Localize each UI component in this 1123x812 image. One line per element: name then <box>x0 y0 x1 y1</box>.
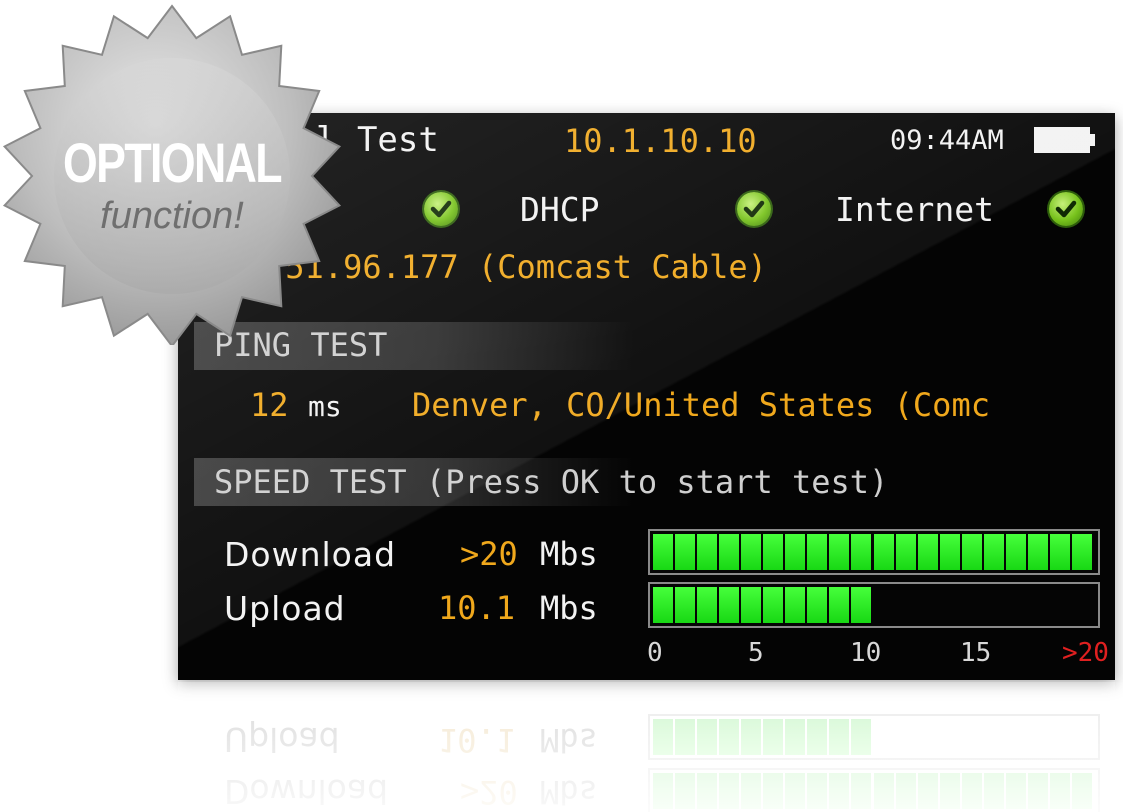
reflection-download-value: >20 <box>460 773 518 811</box>
battery-full-icon <box>1034 127 1090 153</box>
download-meter <box>648 529 1100 575</box>
reflection-upload-meter <box>648 714 1100 760</box>
reflection-upload-meter-segment <box>719 719 740 755</box>
scale-tick-0: 0 <box>647 638 663 668</box>
badge-title: OPTIONAL <box>63 131 282 194</box>
reflection-download-meter-segment <box>1071 773 1092 809</box>
download-meter-segment <box>1071 534 1092 570</box>
reflection-download-meter-segment <box>763 773 784 809</box>
upload-meter-segment <box>675 587 696 623</box>
download-meter-segment <box>653 534 673 570</box>
scale-tick-10: 10 <box>850 638 882 668</box>
download-meter-segment <box>961 534 982 570</box>
dhcp-check-icon <box>737 192 771 226</box>
link-check-icon <box>424 192 458 226</box>
device-ip: 10.1.10.10 <box>564 122 757 160</box>
reflection-download-meter-segment <box>939 773 960 809</box>
reflection-download-meter-segment <box>675 773 696 809</box>
reflection-download-meter-segment <box>807 773 828 809</box>
download-meter-segment <box>675 534 696 570</box>
download-meter-segment <box>697 534 718 570</box>
reflection-download-meter-segment <box>917 773 938 809</box>
reflection-upload-meter-segment <box>807 719 828 755</box>
reflection-download-label: Download <box>224 772 389 811</box>
upload-unit: Mbs <box>540 589 598 627</box>
ping-value: 12 <box>250 386 289 424</box>
upload-meter-segment <box>829 587 850 623</box>
upload-meter-segment <box>763 587 784 623</box>
speed-section-title: SPEED TEST (Press OK to start test) <box>214 463 889 501</box>
reflection-download-meter-segment <box>873 773 894 809</box>
upload-meter <box>648 582 1100 628</box>
reflection-download-meter-segment <box>983 773 1004 809</box>
reflection-fade <box>0 682 1123 812</box>
scale-tick-15: 15 <box>960 638 992 668</box>
download-meter-segment <box>895 534 916 570</box>
reflection-upload-meter-segment <box>697 719 718 755</box>
scale-tick-max: >20 <box>1062 638 1109 668</box>
download-meter-segment <box>1049 534 1070 570</box>
download-meter-segment <box>1027 534 1048 570</box>
screen-reflection: Download >20 Mbs Upload 10.1 Mbs <box>178 682 1115 812</box>
reflection-download-meter <box>648 768 1100 812</box>
upload-meter-segment <box>697 587 718 623</box>
reflection-upload-value: 10.1 <box>438 721 516 759</box>
download-value: >20 <box>460 535 518 573</box>
download-meter-segment <box>829 534 850 570</box>
reflection-download-unit: Mbs <box>540 773 598 811</box>
ping-unit: ms <box>308 390 342 423</box>
reflection-download-meter-segment <box>653 773 673 809</box>
reflection-download-meter-segment <box>741 773 762 809</box>
upload-meter-segment <box>785 587 806 623</box>
download-meter-segment <box>939 534 960 570</box>
download-unit: Mbs <box>540 535 598 573</box>
reflection-download-meter-segment <box>895 773 916 809</box>
download-meter-segment <box>873 534 894 570</box>
download-meter-segment <box>741 534 762 570</box>
reflection-download-meter-segment <box>851 773 872 809</box>
reflection-upload-meter-segment <box>653 719 673 755</box>
upload-meter-segment <box>851 587 872 623</box>
scale-tick-5: 5 <box>748 638 764 668</box>
reflection-upload-meter-segment <box>675 719 696 755</box>
download-meter-segment <box>851 534 872 570</box>
internet-check-icon <box>1049 192 1083 226</box>
internet-label: Internet <box>835 190 994 229</box>
download-meter-segment <box>719 534 740 570</box>
download-label: Download <box>224 535 397 574</box>
reflection-download-meter-segment <box>1049 773 1070 809</box>
reflection-upload-label: Upload <box>224 720 340 759</box>
upload-meter-segment <box>807 587 828 623</box>
reflection-download-meter-segment <box>785 773 806 809</box>
reflection-download-meter-segment <box>1027 773 1048 809</box>
badge-subtitle: function! <box>100 195 244 237</box>
reflection-upload-meter-segment <box>741 719 762 755</box>
download-meter-segment <box>785 534 806 570</box>
download-meter-segment <box>1005 534 1026 570</box>
clock-time: 09:44AM <box>890 125 1004 156</box>
download-meter-segment <box>763 534 784 570</box>
reflection-upload-meter-segment <box>851 719 872 755</box>
upload-value: 10.1 <box>438 589 516 627</box>
reflection-upload-meter-segment <box>829 719 850 755</box>
upload-label: Upload <box>224 589 346 628</box>
download-meter-segment <box>917 534 938 570</box>
battery-terminal <box>1090 134 1095 146</box>
reflection-download-meter-segment <box>1005 773 1026 809</box>
dhcp-label: DHCP <box>520 190 600 229</box>
reflection-download-meter-segment <box>719 773 740 809</box>
reflection-upload-meter-segment <box>763 719 784 755</box>
reflection-download-meter-segment <box>697 773 718 809</box>
upload-meter-segment <box>653 587 673 623</box>
reflection-download-meter-segment <box>829 773 850 809</box>
upload-meter-segment <box>741 587 762 623</box>
optional-function-badge: OPTIONAL function! <box>2 4 342 345</box>
download-meter-segment <box>807 534 828 570</box>
ping-server: Denver, CO/United States (Comc <box>412 386 990 424</box>
upload-meter-segment <box>719 587 740 623</box>
reflection-download-meter-segment <box>961 773 982 809</box>
reflection-upload-meter-segment <box>785 719 806 755</box>
download-meter-segment <box>983 534 1004 570</box>
reflection-upload-unit: Mbs <box>540 721 598 759</box>
